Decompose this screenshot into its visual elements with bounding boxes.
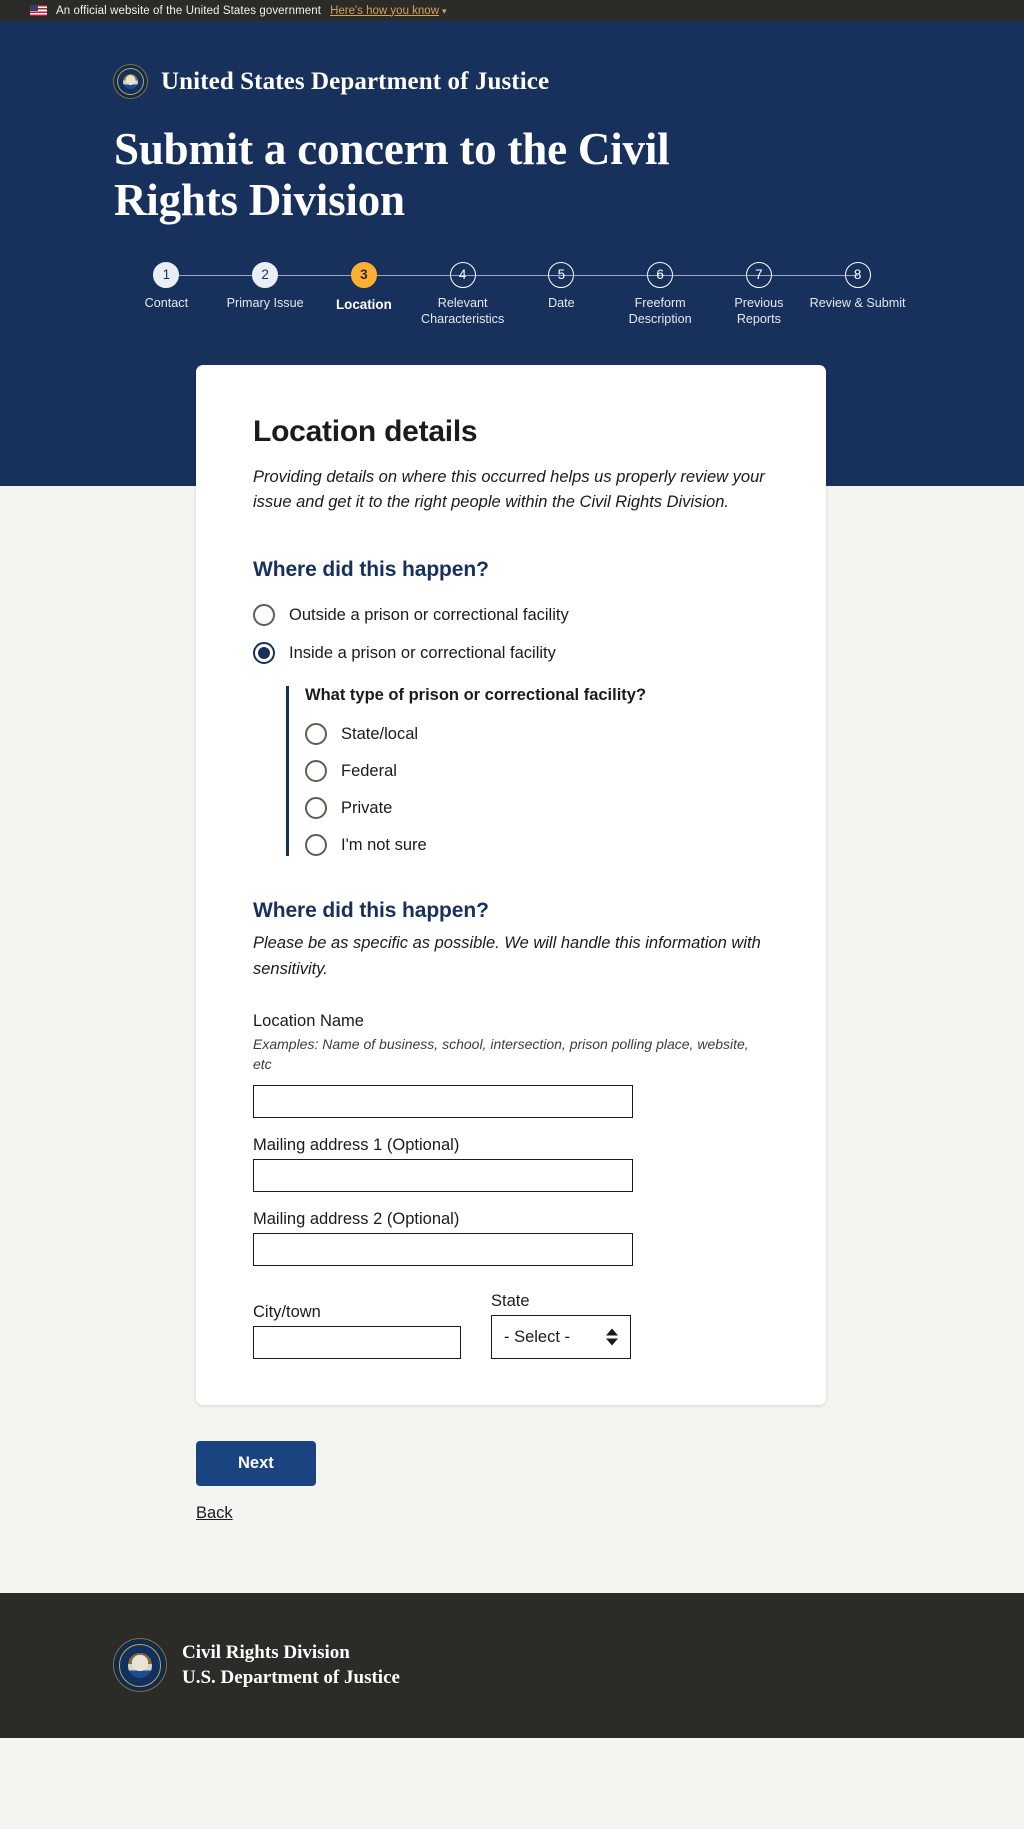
step-number: 8 xyxy=(844,261,871,288)
location-details-card: Location details Providing details on wh… xyxy=(196,365,826,1405)
radio-circle-icon[interactable] xyxy=(305,760,327,783)
field-mailing-address-2: Mailing address 2 (Optional) xyxy=(253,1210,769,1266)
footer-line-1: Civil Rights Division xyxy=(182,1641,350,1663)
address1-input[interactable] xyxy=(253,1158,633,1192)
step-number: 5 xyxy=(548,261,575,288)
footer-branding: Civil Rights Division U.S. Department of… xyxy=(114,1639,400,1692)
field-location-name: Location Name Examples: Name of business… xyxy=(253,1012,769,1118)
step-label: Location xyxy=(335,296,392,312)
radio-label: Inside a prison or correctional facility xyxy=(289,643,556,662)
state-label: State xyxy=(491,1291,530,1310)
step-connector xyxy=(166,274,266,277)
step-1-contact[interactable]: 1 Contact xyxy=(117,261,216,328)
address2-label: Mailing address 2 (Optional) xyxy=(253,1209,460,1228)
facility-type-group: What type of prison or correctional faci… xyxy=(286,686,769,857)
card-title: Location details xyxy=(253,415,478,448)
how-you-know-link[interactable]: Here's how you know xyxy=(330,5,439,17)
radio-not-sure[interactable]: I'm not sure xyxy=(305,834,769,857)
step-label: Primary Issue xyxy=(226,295,304,310)
next-button[interactable]: Next xyxy=(196,1440,316,1486)
location-name-hint: Examples: Name of business, school, inte… xyxy=(253,1035,749,1072)
address1-label: Mailing address 1 (Optional) xyxy=(253,1135,460,1154)
radio-circle-selected-icon[interactable] xyxy=(253,642,275,665)
back-link[interactable]: Back xyxy=(196,1504,233,1523)
step-2-primary-issue[interactable]: 2 Primary Issue xyxy=(166,261,315,328)
address-section-heading: Where did this happen? xyxy=(253,899,489,923)
card-subtitle: Providing details on where this occurred… xyxy=(253,468,765,512)
city-state-row: City/town State - Select - xyxy=(253,1292,769,1359)
step-number: 2 xyxy=(252,261,279,288)
page-footer: Civil Rights Division U.S. Department of… xyxy=(0,1592,1024,1738)
step-5-date[interactable]: 5 Date xyxy=(462,261,611,328)
field-state: State - Select - xyxy=(491,1292,631,1359)
step-7-previous-reports[interactable]: 7 Previous Reports xyxy=(660,261,809,328)
step-number: 7 xyxy=(745,261,772,288)
chevron-down-icon: ▾ xyxy=(442,5,447,16)
radio-label: Federal xyxy=(341,761,397,780)
page-title: Submit a concern to the Civil Rights Div… xyxy=(114,124,670,225)
progress-stepper: 1 Contact 2 Primary Issue 3 Location 4 R… xyxy=(114,261,910,328)
radio-outside-facility[interactable]: Outside a prison or correctional facilit… xyxy=(253,604,769,627)
step-8-review-submit[interactable]: 8 Review & Submit xyxy=(758,261,907,328)
address2-input[interactable] xyxy=(253,1232,633,1266)
location-name-input[interactable] xyxy=(253,1084,633,1118)
step-label: Previous Reports xyxy=(734,295,784,326)
state-select[interactable]: - Select - xyxy=(491,1314,631,1359)
radio-state-local[interactable]: State/local xyxy=(305,723,769,746)
city-input[interactable] xyxy=(253,1325,461,1359)
footer-text: Civil Rights Division U.S. Department of… xyxy=(182,1640,400,1691)
step-label: Date xyxy=(548,295,575,310)
form-actions: Next Back xyxy=(196,1440,1024,1593)
doj-seal-icon xyxy=(114,1639,166,1692)
step-connector xyxy=(363,274,463,277)
step-label: Freeform Description xyxy=(628,295,692,326)
step-connector xyxy=(660,274,759,277)
step-4-relevant-characteristics[interactable]: 4 Relevant Characteristics xyxy=(363,261,512,328)
radio-circle-icon[interactable] xyxy=(305,723,327,746)
where-question-heading: Where did this happen? xyxy=(253,558,489,582)
footer-line-2: U.S. Department of Justice xyxy=(182,1667,400,1689)
radio-circle-icon[interactable] xyxy=(305,834,327,857)
field-mailing-address-1: Mailing address 1 (Optional) xyxy=(253,1136,769,1192)
doj-seal-icon xyxy=(114,65,147,98)
step-connector xyxy=(462,274,562,277)
step-3-location[interactable]: 3 Location xyxy=(265,261,414,328)
us-flag-icon xyxy=(30,5,47,16)
state-select-wrapper[interactable]: - Select - xyxy=(491,1314,631,1359)
radio-private[interactable]: Private xyxy=(305,797,769,820)
step-number: 3 xyxy=(350,261,377,288)
radio-label: I'm not sure xyxy=(341,835,427,854)
step-connector xyxy=(561,274,661,277)
radio-label: State/local xyxy=(341,724,419,743)
agency-name: United States Department of Justice xyxy=(161,67,550,95)
step-label: Review & Submit xyxy=(809,295,906,310)
radio-federal[interactable]: Federal xyxy=(305,760,769,783)
step-number: 1 xyxy=(153,261,180,288)
step-connector xyxy=(758,274,858,277)
step-label: Relevant Characteristics xyxy=(420,295,505,326)
field-city: City/town xyxy=(253,1303,461,1359)
step-number: 4 xyxy=(449,261,476,288)
radio-circle-icon[interactable] xyxy=(305,797,327,820)
step-label: Contact xyxy=(144,295,189,310)
radio-label: Private xyxy=(341,798,393,817)
step-connector xyxy=(265,274,364,277)
radio-label: Outside a prison or correctional facilit… xyxy=(289,605,569,624)
step-6-freeform-description[interactable]: 6 Freeform Description xyxy=(561,261,710,328)
facility-type-heading: What type of prison or correctional faci… xyxy=(305,686,647,705)
gov-banner-text: An official website of the United States… xyxy=(56,4,322,17)
how-you-know-toggle[interactable]: Here's how you know ▾ xyxy=(330,5,446,17)
gov-banner: An official website of the United States… xyxy=(0,0,1024,21)
city-label: City/town xyxy=(253,1302,321,1321)
radio-inside-facility[interactable]: Inside a prison or correctional facility xyxy=(253,642,769,665)
address-section-note: Please be as specific as possible. We wi… xyxy=(253,934,761,978)
step-number: 6 xyxy=(647,261,674,288)
agency-branding: United States Department of Justice xyxy=(114,65,910,98)
location-name-label: Location Name xyxy=(253,1011,364,1030)
form-card-wrapper: Location details Providing details on wh… xyxy=(0,365,1024,1405)
radio-circle-icon[interactable] xyxy=(253,604,275,627)
